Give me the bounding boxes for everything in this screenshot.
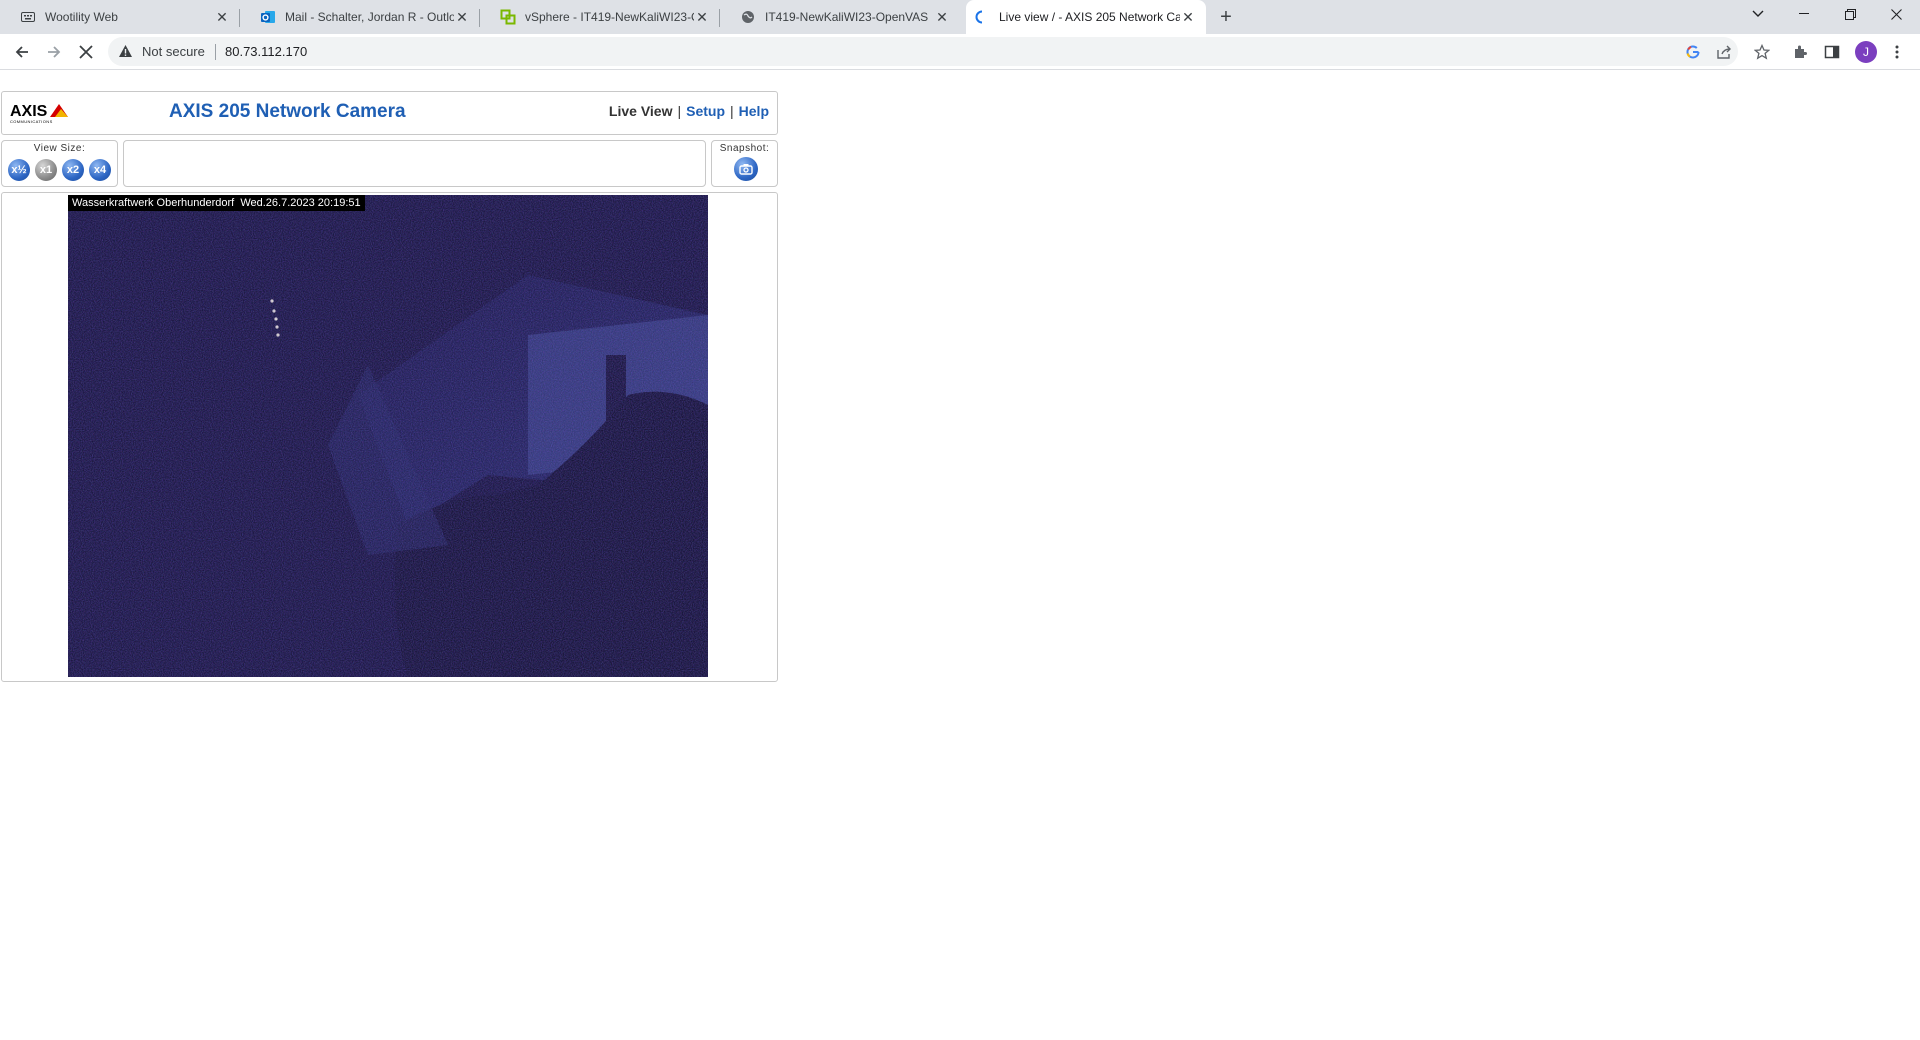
snapshot-label: Snapshot: xyxy=(719,143,770,154)
warning-icon[interactable] xyxy=(118,44,133,63)
minimize-icon[interactable] xyxy=(1781,0,1827,28)
view-size-x1-button[interactable]: x1 xyxy=(35,159,57,181)
bookmark-star-icon[interactable] xyxy=(1752,42,1772,62)
camera-header: AXIS COMMUNICATIONS AXIS 205 Network Cam… xyxy=(1,91,778,135)
browser-tab-axis-live-view[interactable]: Live view / - AXIS 205 Network Ca ✕ xyxy=(966,0,1206,34)
axis-logo[interactable]: AXIS COMMUNICATIONS xyxy=(10,100,72,126)
nav-separator: | xyxy=(677,103,682,119)
sensor-noise xyxy=(68,195,708,677)
tab-title: IT419-NewKaliWI23-OpenVAS xyxy=(765,10,929,24)
globe-icon xyxy=(740,9,756,25)
keyboard-icon xyxy=(20,9,36,25)
browser-tabstrip: Wootility Web ✕ Mail - Schalter, Jordan … xyxy=(0,0,1920,34)
new-tab-button[interactable]: + xyxy=(1214,5,1238,29)
address-bar[interactable]: Not secure 80.73.112.170 xyxy=(108,37,1738,66)
browser-tab-vsphere[interactable]: vSphere - IT419-NewKaliWI23-Op ✕ xyxy=(480,0,720,34)
camera-icon xyxy=(739,163,753,175)
extensions-icon[interactable] xyxy=(1790,42,1810,62)
share-icon[interactable] xyxy=(1716,43,1734,61)
browser-toolbar: Not secure 80.73.112.170 J xyxy=(0,34,1920,70)
address-separator xyxy=(215,44,216,60)
nav-help-link[interactable]: Help xyxy=(739,103,769,119)
svg-text:AXIS: AXIS xyxy=(10,103,48,120)
tab-title: Mail - Schalter, Jordan R - Outloo xyxy=(285,10,454,24)
snapshot-button[interactable] xyxy=(734,157,758,181)
close-tab-icon[interactable]: ✕ xyxy=(214,9,230,25)
camera-scene xyxy=(68,195,708,677)
browser-tab-outlook[interactable]: Mail - Schalter, Jordan R - Outloo ✕ xyxy=(240,0,480,34)
google-icon[interactable] xyxy=(1684,43,1702,61)
menu-kebab-icon[interactable] xyxy=(1887,42,1907,62)
snapshot-panel: Snapshot: xyxy=(711,140,778,187)
back-icon[interactable] xyxy=(8,38,36,66)
view-size-panel: View Size: x½ x1 x2 x4 xyxy=(1,140,118,187)
restore-icon[interactable] xyxy=(1827,0,1873,28)
control-panel-empty xyxy=(123,140,706,187)
close-tab-icon[interactable]: ✕ xyxy=(1180,9,1196,25)
nav-live-view[interactable]: Live View xyxy=(609,103,673,119)
view-size-label: View Size: xyxy=(33,143,86,154)
url-text[interactable]: 80.73.112.170 xyxy=(225,44,307,59)
tab-title: Live view / - AXIS 205 Network Ca xyxy=(999,10,1180,24)
tab-search-icon[interactable] xyxy=(1735,0,1781,28)
loading-icon xyxy=(974,9,990,25)
svg-text:COMMUNICATIONS: COMMUNICATIONS xyxy=(10,119,53,124)
stop-loading-icon[interactable] xyxy=(72,38,100,66)
vsphere-icon xyxy=(500,9,516,25)
close-tab-icon[interactable]: ✕ xyxy=(934,9,950,25)
view-size-half-button[interactable]: x½ xyxy=(8,159,30,181)
close-window-icon[interactable] xyxy=(1873,0,1919,28)
close-tab-icon[interactable]: ✕ xyxy=(694,9,710,25)
page-content: AXIS COMMUNICATIONS AXIS 205 Network Cam… xyxy=(0,71,1920,1040)
tab-title: vSphere - IT419-NewKaliWI23-Op xyxy=(525,10,694,24)
close-tab-icon[interactable]: ✕ xyxy=(454,9,470,25)
side-panel-icon[interactable] xyxy=(1822,42,1842,62)
profile-avatar[interactable]: J xyxy=(1855,41,1877,63)
view-size-x2-button[interactable]: x2 xyxy=(62,159,84,181)
nav-separator: | xyxy=(730,103,734,119)
view-size-x4-button[interactable]: x4 xyxy=(89,159,111,181)
nav-setup-link[interactable]: Setup xyxy=(686,103,725,119)
forward-icon[interactable] xyxy=(40,38,68,66)
top-nav: Live View | Setup | Help xyxy=(609,103,769,119)
outlook-icon xyxy=(260,9,276,25)
browser-tab-wootility[interactable]: Wootility Web ✕ xyxy=(0,0,240,34)
security-status[interactable]: Not secure xyxy=(142,44,205,59)
live-video-stream[interactable]: Wasserkraftwerk Oberhunderdorf Wed.26.7.… xyxy=(68,195,708,677)
tab-title: Wootility Web xyxy=(45,10,118,24)
video-overlay-caption: Wasserkraftwerk Oberhunderdorf Wed.26.7.… xyxy=(68,195,365,211)
page-title: AXIS 205 Network Camera xyxy=(169,101,406,122)
browser-tab-openvas[interactable]: IT419-NewKaliWI23-OpenVAS ✕ xyxy=(720,0,960,34)
